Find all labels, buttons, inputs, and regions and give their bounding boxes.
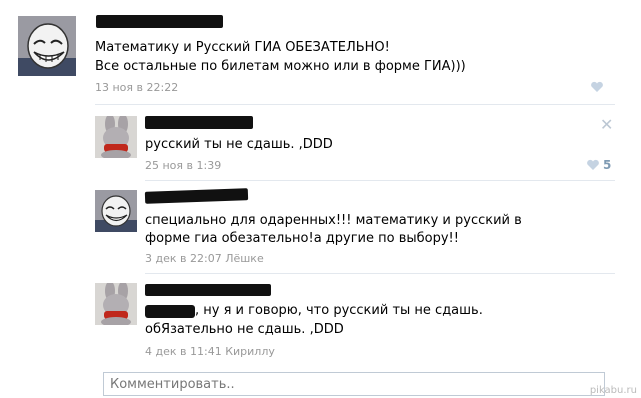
avatar-bunny[interactable] xyxy=(95,116,137,158)
post-date[interactable]: 13 ноя в 22:22 xyxy=(95,81,178,94)
comment-author-redacted[interactable] xyxy=(145,116,253,129)
comment-input-box[interactable] xyxy=(103,372,605,396)
separator xyxy=(145,273,615,274)
comment-author-redacted[interactable] xyxy=(144,188,249,204)
comment-text: русский ты не сдашь. ,DDD xyxy=(145,137,333,152)
comment-date[interactable]: 25 ноя в 1:39 xyxy=(145,159,221,172)
comment-author-redacted[interactable] xyxy=(145,284,271,296)
avatar-bunny[interactable] xyxy=(95,283,137,325)
comment-meta: 3 дек в 22:07 Лёшке xyxy=(145,252,264,265)
post-text-line1: Математику и Русский ГИА ОБЕЗАТЕЛЬНО! xyxy=(95,40,390,55)
avatar-troll[interactable] xyxy=(18,16,76,76)
post-text-line2: Все остальные по билетам можно или в фор… xyxy=(95,59,466,74)
author-name-redacted[interactable] xyxy=(96,15,223,28)
comment-date[interactable]: 3 дек в 22:07 xyxy=(145,252,222,265)
comment-text-line2: обЯзательно не сдашь. ,DDD xyxy=(145,322,344,337)
reply-to-name[interactable]: Кириллу xyxy=(225,345,275,358)
comment-date[interactable]: 4 дек в 11:41 xyxy=(145,345,222,358)
watermark: pikabu.ru xyxy=(589,385,637,396)
close-icon[interactable]: ✕ xyxy=(600,117,613,133)
reply-to-name[interactable]: Лёшке xyxy=(225,252,264,265)
avatar-troll[interactable] xyxy=(95,190,137,232)
reply-name-redacted[interactable] xyxy=(145,305,195,318)
comment-text-line1: , ну я и говорю, что русский ты не сдашь… xyxy=(195,303,483,318)
comment-text-line2: форме гиа обезательно!а другие по выбору… xyxy=(145,231,459,246)
separator xyxy=(95,104,615,105)
separator xyxy=(145,180,615,181)
comment-text-line1: специально для одаренных!!! математику и… xyxy=(145,213,522,228)
like-count[interactable]: 5 xyxy=(603,158,611,172)
heart-icon[interactable] xyxy=(586,159,600,171)
comment-meta: 4 дек в 11:41 Кириллу xyxy=(145,345,275,358)
heart-icon[interactable] xyxy=(590,81,604,93)
comment-input[interactable] xyxy=(104,373,604,396)
